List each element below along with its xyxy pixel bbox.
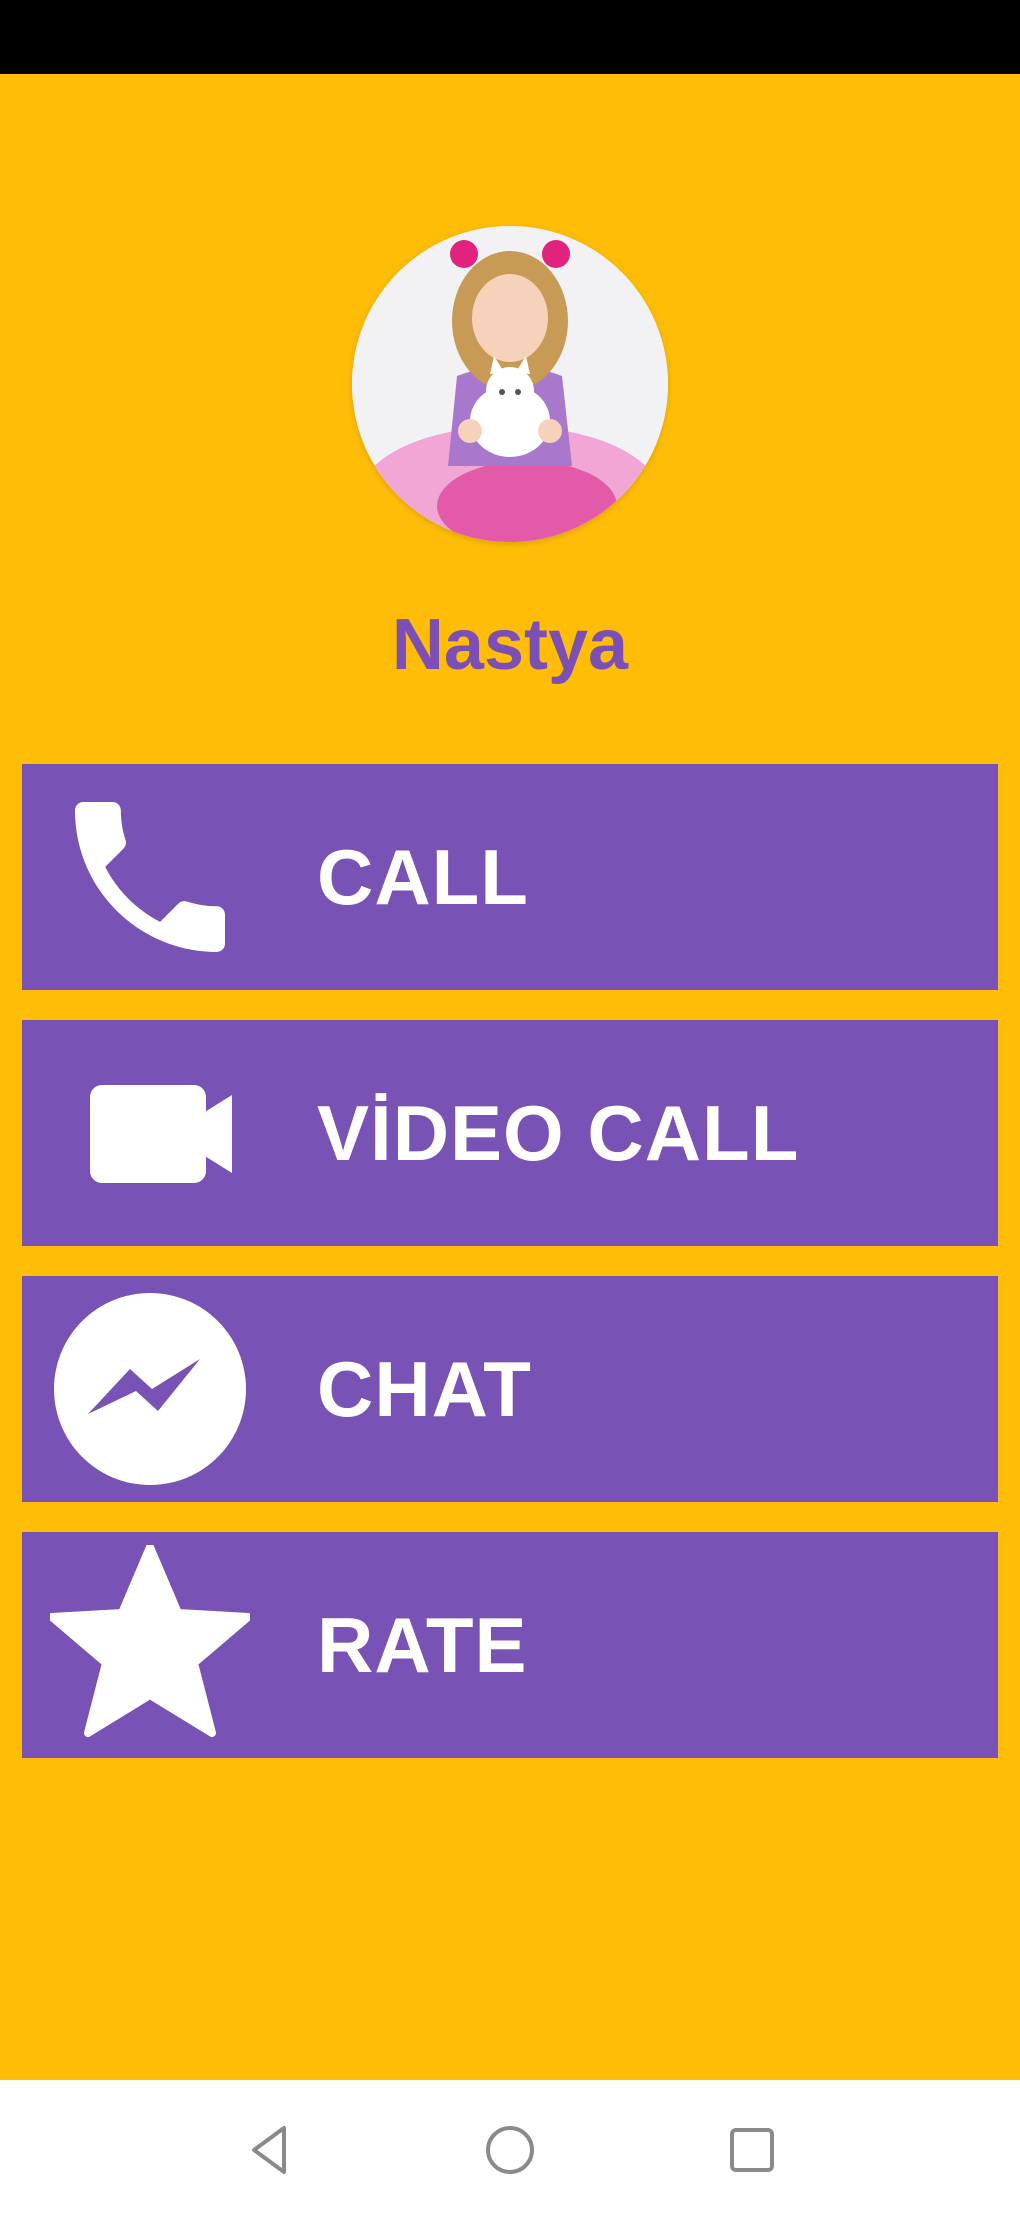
- video-camera-icon: [50, 1033, 250, 1233]
- recents-square-icon[interactable]: [722, 2120, 782, 2180]
- home-circle-icon[interactable]: [480, 2120, 540, 2180]
- messenger-icon: [50, 1289, 250, 1489]
- contact-avatar: [352, 226, 668, 542]
- chat-button[interactable]: CHAT: [22, 1276, 998, 1502]
- video-call-button-label: VİDEO CALL: [317, 1089, 800, 1177]
- chat-button-label: CHAT: [317, 1345, 532, 1433]
- call-button[interactable]: CALL: [22, 764, 998, 990]
- video-call-button[interactable]: VİDEO CALL: [22, 1020, 998, 1246]
- system-nav-bar: [0, 2080, 1020, 2220]
- rate-button[interactable]: RATE: [22, 1532, 998, 1758]
- star-icon: [48, 1543, 252, 1745]
- back-triangle-icon[interactable]: [240, 2120, 300, 2180]
- app-screen: Nastya CALL VİDEO CALL CHAT RATE: [0, 74, 1020, 2080]
- call-button-label: CALL: [317, 833, 529, 921]
- status-bar: [0, 0, 1020, 74]
- rate-button-label: RATE: [317, 1601, 528, 1689]
- contact-name: Nastya: [391, 605, 629, 685]
- phone-icon: [50, 777, 250, 977]
